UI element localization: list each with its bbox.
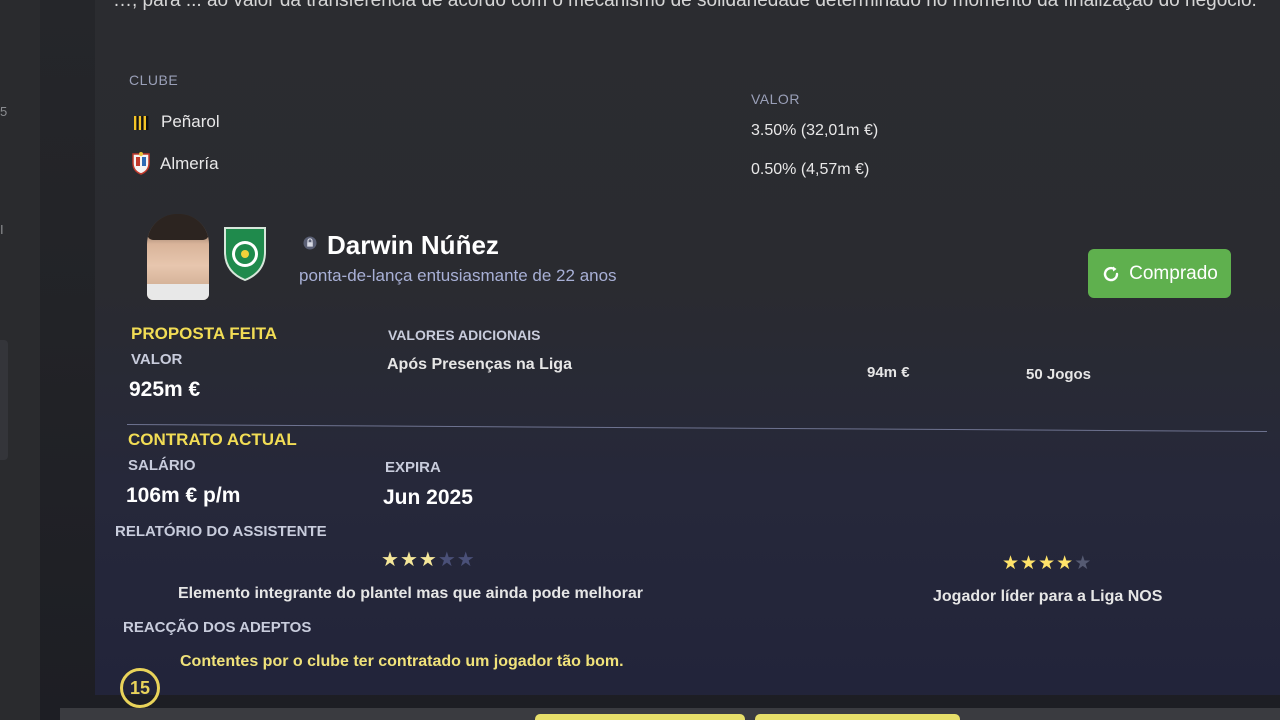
offer-value: 925m € bbox=[129, 378, 201, 401]
player-description: ponta-de-lança entusiasmante de 22 anos bbox=[299, 266, 617, 285]
intro-text: …, para ... ao valor da transferência de… bbox=[113, 0, 1257, 11]
refresh-icon bbox=[1104, 266, 1119, 281]
club-column-label: CLUBE bbox=[129, 72, 179, 88]
lock-icon bbox=[303, 236, 317, 250]
almeria-badge-icon bbox=[132, 152, 150, 175]
purchased-button[interactable]: Comprado bbox=[1088, 249, 1231, 298]
star-icon: ★ bbox=[456, 549, 476, 571]
bottom-action-button-1[interactable] bbox=[535, 714, 745, 720]
player-name[interactable]: Darwin Núñez bbox=[327, 230, 499, 261]
current-ability-stars: ★★★★★ bbox=[381, 547, 476, 572]
penarol-badge-icon bbox=[134, 116, 149, 130]
star-icon: ★ bbox=[437, 549, 457, 571]
player-photo bbox=[147, 214, 209, 300]
value-column-label: VALOR bbox=[751, 91, 800, 107]
star-icon: ★ bbox=[399, 549, 419, 571]
salary-value: 106m € p/m bbox=[126, 484, 241, 507]
left-mark-2: I bbox=[0, 222, 4, 237]
side-tab[interactable] bbox=[0, 340, 8, 460]
club-value-penarol: 3.50% (32,01m €) bbox=[751, 122, 879, 139]
addon-amount: 94m € bbox=[867, 364, 910, 381]
club-name-almeria: Almería bbox=[160, 154, 219, 173]
expires-label: EXPIRA bbox=[385, 459, 441, 476]
potential-ability-text: Jogador líder para a Liga NOS bbox=[933, 588, 1163, 605]
expires-value: Jun 2025 bbox=[383, 486, 473, 509]
addon-games: 50 Jogos bbox=[1026, 366, 1092, 383]
screen: 5 I …, para ... ao valor da transferênci… bbox=[0, 0, 1280, 720]
contract-heading: CONTRATO ACTUAL bbox=[128, 430, 297, 449]
salary-label: SALÁRIO bbox=[128, 457, 196, 474]
club-name-penarol: Peñarol bbox=[161, 112, 220, 131]
star-icon: ★ bbox=[1074, 553, 1093, 574]
star-icon: ★ bbox=[418, 549, 438, 571]
offer-value-label: VALOR bbox=[131, 351, 183, 368]
star-icon: ★ bbox=[1020, 553, 1039, 574]
fan-reaction-heading: REACÇÃO DOS ADEPTOS bbox=[123, 619, 312, 636]
star-icon: ★ bbox=[1038, 553, 1057, 574]
assistant-report-heading: RELATÓRIO DO ASSISTENTE bbox=[115, 523, 327, 540]
bottom-action-button-2[interactable] bbox=[755, 714, 960, 720]
star-icon: ★ bbox=[1002, 553, 1021, 574]
offer-heading: PROPOSTA FEITA bbox=[131, 324, 278, 343]
star-icon: ★ bbox=[381, 549, 400, 571]
potential-ability-stars: ★★★★★ bbox=[1002, 552, 1092, 575]
fan-reaction-badge: 15 bbox=[120, 668, 160, 708]
fan-reaction-text: Contentes por o clube ter contratado um … bbox=[180, 653, 624, 670]
addon-condition: Após Presenças na Liga bbox=[387, 356, 572, 373]
sporting-crest-icon bbox=[224, 227, 266, 282]
purchased-button-label: Comprado bbox=[1129, 262, 1218, 284]
current-ability-text: Elemento integrante do plantel mas que a… bbox=[178, 585, 643, 602]
addons-label: VALORES ADICIONAIS bbox=[388, 327, 541, 343]
left-mark-1: 5 bbox=[0, 104, 8, 119]
star-icon: ★ bbox=[1056, 553, 1075, 574]
club-value-almeria: 0.50% (4,57m €) bbox=[751, 161, 870, 178]
